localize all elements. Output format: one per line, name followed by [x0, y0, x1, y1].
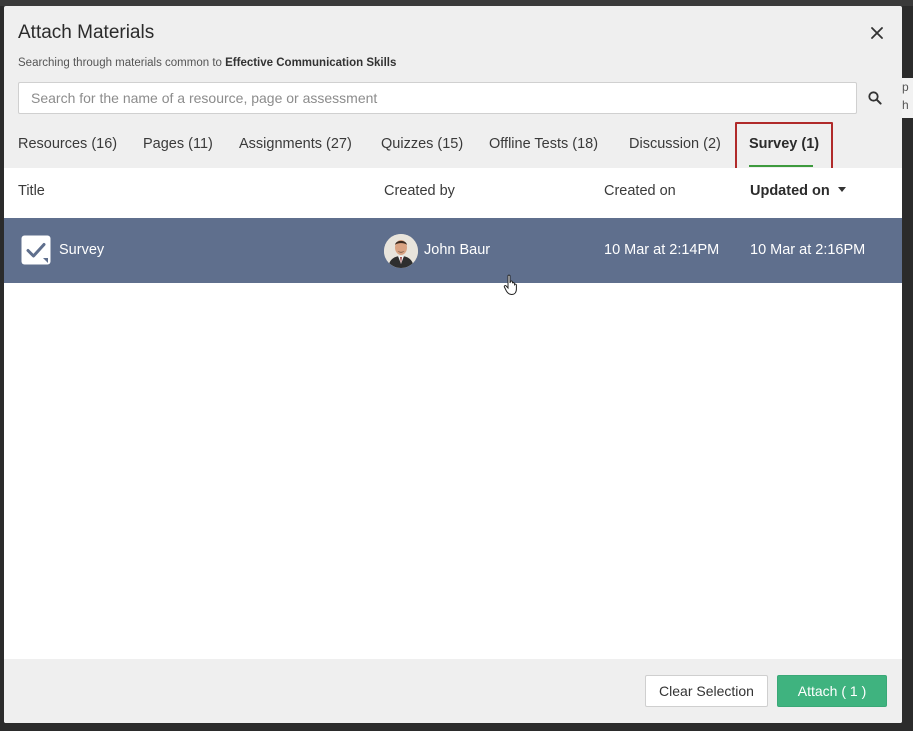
column-updated-on-label: Updated on — [750, 183, 830, 199]
material-type-tabs: Resources (16) Pages (11) Assignments (2… — [4, 122, 902, 178]
row-created-on: 10 Mar at 2:14PM — [604, 242, 720, 258]
attach-button[interactable]: Attach ( 1 ) — [777, 675, 887, 707]
materials-list: Survey John Baur 10 Mar at 2:14PM 10 Mar… — [4, 218, 902, 659]
row-created-by: John Baur — [424, 242, 491, 258]
user-photo-icon — [384, 234, 418, 268]
active-tab-indicator — [749, 165, 814, 167]
tab-quizzes[interactable]: Quizzes (15) — [381, 122, 463, 166]
close-icon — [871, 27, 883, 39]
search-input[interactable] — [18, 82, 857, 114]
tab-discussion[interactable]: Discussion (2) — [629, 122, 721, 166]
column-created-by[interactable]: Created by — [384, 168, 455, 218]
row-title: Survey — [59, 242, 105, 258]
tab-assignments[interactable]: Assignments (27) — [239, 122, 352, 166]
tab-pages[interactable]: Pages (11) — [143, 122, 213, 166]
table-row[interactable]: Survey John Baur 10 Mar at 2:14PM 10 Mar… — [4, 218, 902, 283]
row-updated-on: 10 Mar at 2:16PM — [750, 242, 866, 258]
table-header: Title Created by Created on Updated on — [4, 168, 902, 218]
column-title[interactable]: Title — [18, 168, 45, 218]
tab-resources[interactable]: Resources (16) — [18, 122, 117, 166]
column-created-on[interactable]: Created on — [604, 168, 676, 218]
sort-desc-icon — [837, 186, 846, 192]
survey-check-icon — [21, 235, 51, 265]
dialog-footer: Clear Selection Attach ( 1 ) — [4, 659, 902, 723]
search-button[interactable] — [865, 88, 885, 108]
tab-offline-tests[interactable]: Offline Tests (18) — [489, 122, 598, 166]
dialog-subtitle: Searching through materials common to Ef… — [18, 57, 397, 69]
clear-selection-button[interactable]: Clear Selection — [645, 675, 768, 707]
attach-materials-dialog: Attach Materials Searching through mater… — [4, 6, 902, 723]
background-page-peek: p h — [902, 78, 913, 118]
tab-survey-label: Survey (1) — [749, 136, 820, 152]
avatar — [384, 234, 418, 268]
search-icon — [868, 91, 882, 105]
close-button[interactable] — [867, 23, 887, 43]
column-updated-on[interactable]: Updated on — [750, 168, 846, 218]
dialog-title: Attach Materials — [18, 22, 155, 43]
course-name: Effective Communication Skills — [225, 57, 397, 69]
